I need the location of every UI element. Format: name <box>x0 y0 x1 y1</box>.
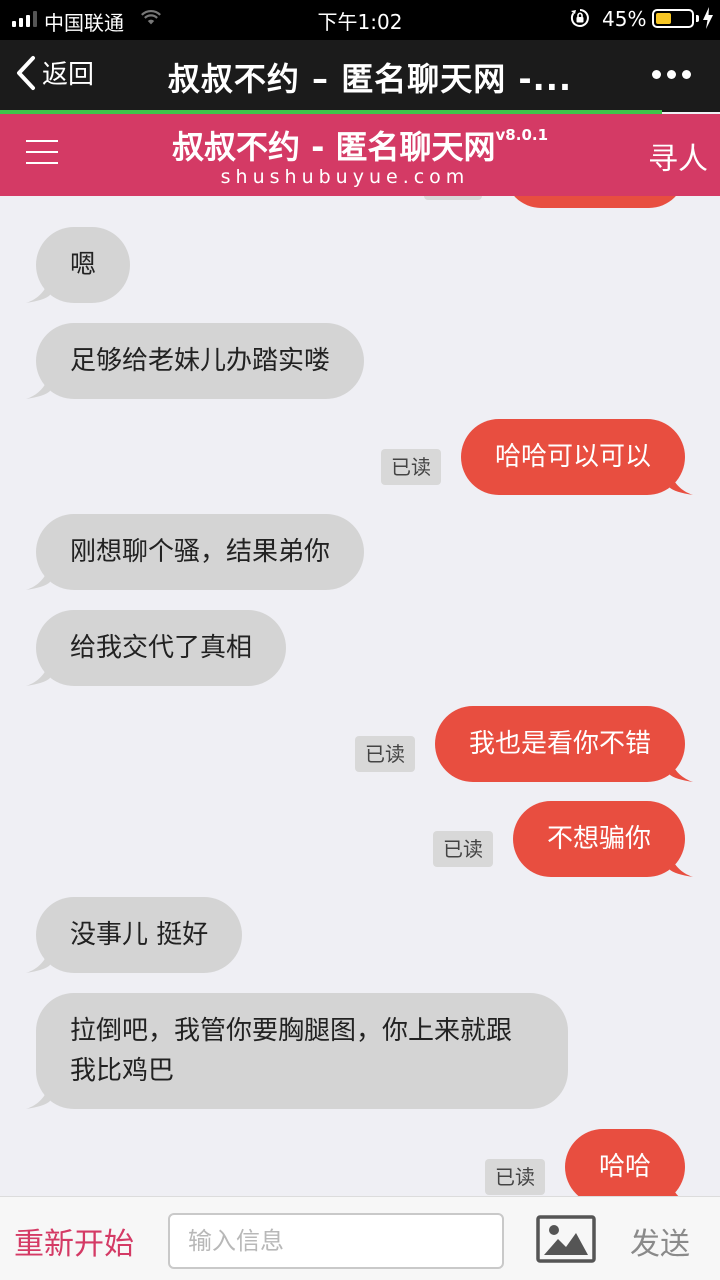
message-line: 我比鸡巴 <box>70 1056 175 1086</box>
read-receipt: 已读 <box>355 736 415 772</box>
app-version: v8.0.1 <box>495 126 549 144</box>
read-receipt: 已读 <box>485 1159 545 1195</box>
page-title: 叔叔不约 – 匿名聊天网 -... <box>167 60 573 98</box>
app-domain: shushubuyue.com <box>220 166 470 188</box>
bubble-tail <box>669 1179 679 1196</box>
message-bubble-incoming[interactable]: 足够给老妹儿办踏实喽 <box>36 323 365 399</box>
read-receipt: 已读 <box>381 449 441 485</box>
app-header: 叔叔不约 - 匿名聊天网v8.0.1 shushubuyue.com 寻人 <box>0 114 720 196</box>
battery-percent: 45% <box>602 7 647 31</box>
battery-tip <box>696 15 699 22</box>
battery-level <box>656 13 671 24</box>
bubble-tail <box>669 469 693 495</box>
bubble-tail <box>26 1083 50 1109</box>
bubble-tail <box>26 660 50 686</box>
app-title-text: 叔叔不约 - 匿名聊天网 <box>171 128 496 166</box>
composer-bar: 重新开始 发送 <box>0 1196 720 1280</box>
bubble-tail <box>669 851 693 877</box>
wechat-nav-bar: 返回 叔叔不约 – 匿名聊天网 -... <box>0 40 720 112</box>
message-bubble-outgoing[interactable]: 哈哈可以可以 <box>461 419 686 495</box>
message-input[interactable] <box>168 1213 504 1269</box>
message-bubble-incoming[interactable]: 嗯 <box>36 227 131 303</box>
find-people-button[interactable]: 寻人 <box>648 134 708 178</box>
message-bubble-outgoing[interactable]: 哈哈 <box>565 1129 686 1196</box>
image-icon[interactable] <box>536 1215 596 1263</box>
send-button[interactable]: 发送 <box>630 1219 690 1263</box>
message-bubble-incoming[interactable]: 给我交代了真相 <box>36 610 287 686</box>
bubble-tail <box>26 564 50 590</box>
message-bubble-outgoing-partial <box>505 196 685 208</box>
back-button[interactable]: 返回 <box>14 54 94 91</box>
bubble-tail <box>26 277 50 303</box>
message-line: 拉倒吧，我管你要胸腿图，你上来就跟 <box>70 1016 513 1046</box>
message-bubble-outgoing[interactable]: 我也是看你不错 <box>435 706 686 782</box>
battery-icon <box>652 9 694 28</box>
app-title: 叔叔不约 - 匿名聊天网v8.0.1 <box>0 122 720 168</box>
message-bubble-incoming[interactable]: 没事儿 挺好 <box>36 897 243 973</box>
restart-button[interactable]: 重新开始 <box>14 1219 134 1263</box>
more-dots-icon[interactable] <box>652 70 691 79</box>
bubble-tail <box>26 373 50 399</box>
bubble-tail <box>26 947 50 973</box>
read-receipt-partial <box>424 196 482 200</box>
chat-area[interactable]: 嗯足够给老妹儿办踏实喽 哈哈可以可以 已读 刚想聊个骚，结果弟你 给我交代了真相 我也是看… <box>0 196 720 1196</box>
message-bubble-incoming[interactable]: 刚想聊个骚，结果弟你 <box>36 514 365 590</box>
message-bubble-incoming[interactable]: 拉倒吧，我管你要胸腿图，你上来就跟 我比鸡巴 <box>36 993 569 1109</box>
read-receipt: 已读 <box>433 831 493 867</box>
screen: { "status_bar": { "carrier": "中国联通", "ti… <box>0 0 720 1280</box>
bubble-tail <box>669 756 693 782</box>
back-label: 返回 <box>42 60 95 90</box>
charging-bolt-icon <box>703 7 713 29</box>
message-bubble-outgoing[interactable]: 不想骗你 <box>513 801 686 877</box>
status-bar: 中国联通 下午1:02 45% <box>0 0 720 40</box>
rotation-lock-icon <box>570 9 589 27</box>
chevron-left-icon <box>17 55 35 90</box>
